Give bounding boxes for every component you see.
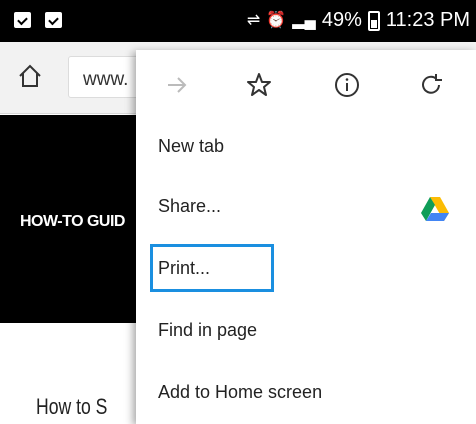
refresh-icon [422, 74, 442, 94]
menu-item-find-in-page[interactable]: Find in page [136, 306, 476, 356]
status-indicators: ⇌ ⏰ ▂▄ 49% 11:23 PM [247, 9, 470, 32]
home-icon [19, 64, 41, 87]
notification-check-icon [45, 12, 62, 28]
refresh-button[interactable] [416, 70, 446, 100]
notification-icons [14, 12, 62, 28]
menu-item-new-tab[interactable]: New tab [136, 122, 476, 172]
home-button[interactable] [16, 62, 44, 90]
star-icon [247, 73, 271, 96]
menu-item-label: New tab [158, 136, 225, 156]
alarm-icon: ⏰ [266, 11, 287, 29]
nfc-icon: ⇌ [246, 11, 261, 29]
menu-item-label: Share... [158, 196, 222, 216]
signal-icon: ▂▄ [292, 11, 316, 29]
status-bar: ⇌ ⏰ ▂▄ 49% 11:23 PM [0, 0, 476, 42]
notification-check-icon [14, 12, 31, 28]
clock-time: 11:23 PM [385, 9, 470, 31]
menu-icon-row [136, 50, 476, 122]
bookmark-button[interactable] [244, 70, 274, 100]
menu-item-label: Find in page [158, 320, 258, 340]
article-heading[interactable]: How to S [36, 394, 107, 420]
page-info-button[interactable] [332, 70, 362, 100]
info-icon [335, 73, 359, 97]
menu-item-print[interactable]: Print... [136, 244, 476, 294]
overflow-menu: New tab Share... Print... Find in page A… [136, 50, 476, 424]
menu-item-label: Print... [158, 258, 211, 278]
menu-item-share[interactable]: Share... [136, 182, 476, 232]
hero-text: HOW-TO GUID [20, 213, 125, 230]
forward-arrow-icon [168, 77, 187, 93]
menu-item-add-to-home-screen[interactable]: Add to Home screen [136, 368, 476, 418]
menu-item-label: Add to Home screen [158, 382, 323, 402]
google-drive-icon [421, 197, 449, 221]
battery-icon [367, 10, 380, 31]
forward-button[interactable] [162, 70, 192, 100]
battery-percent: 49% [321, 9, 362, 31]
